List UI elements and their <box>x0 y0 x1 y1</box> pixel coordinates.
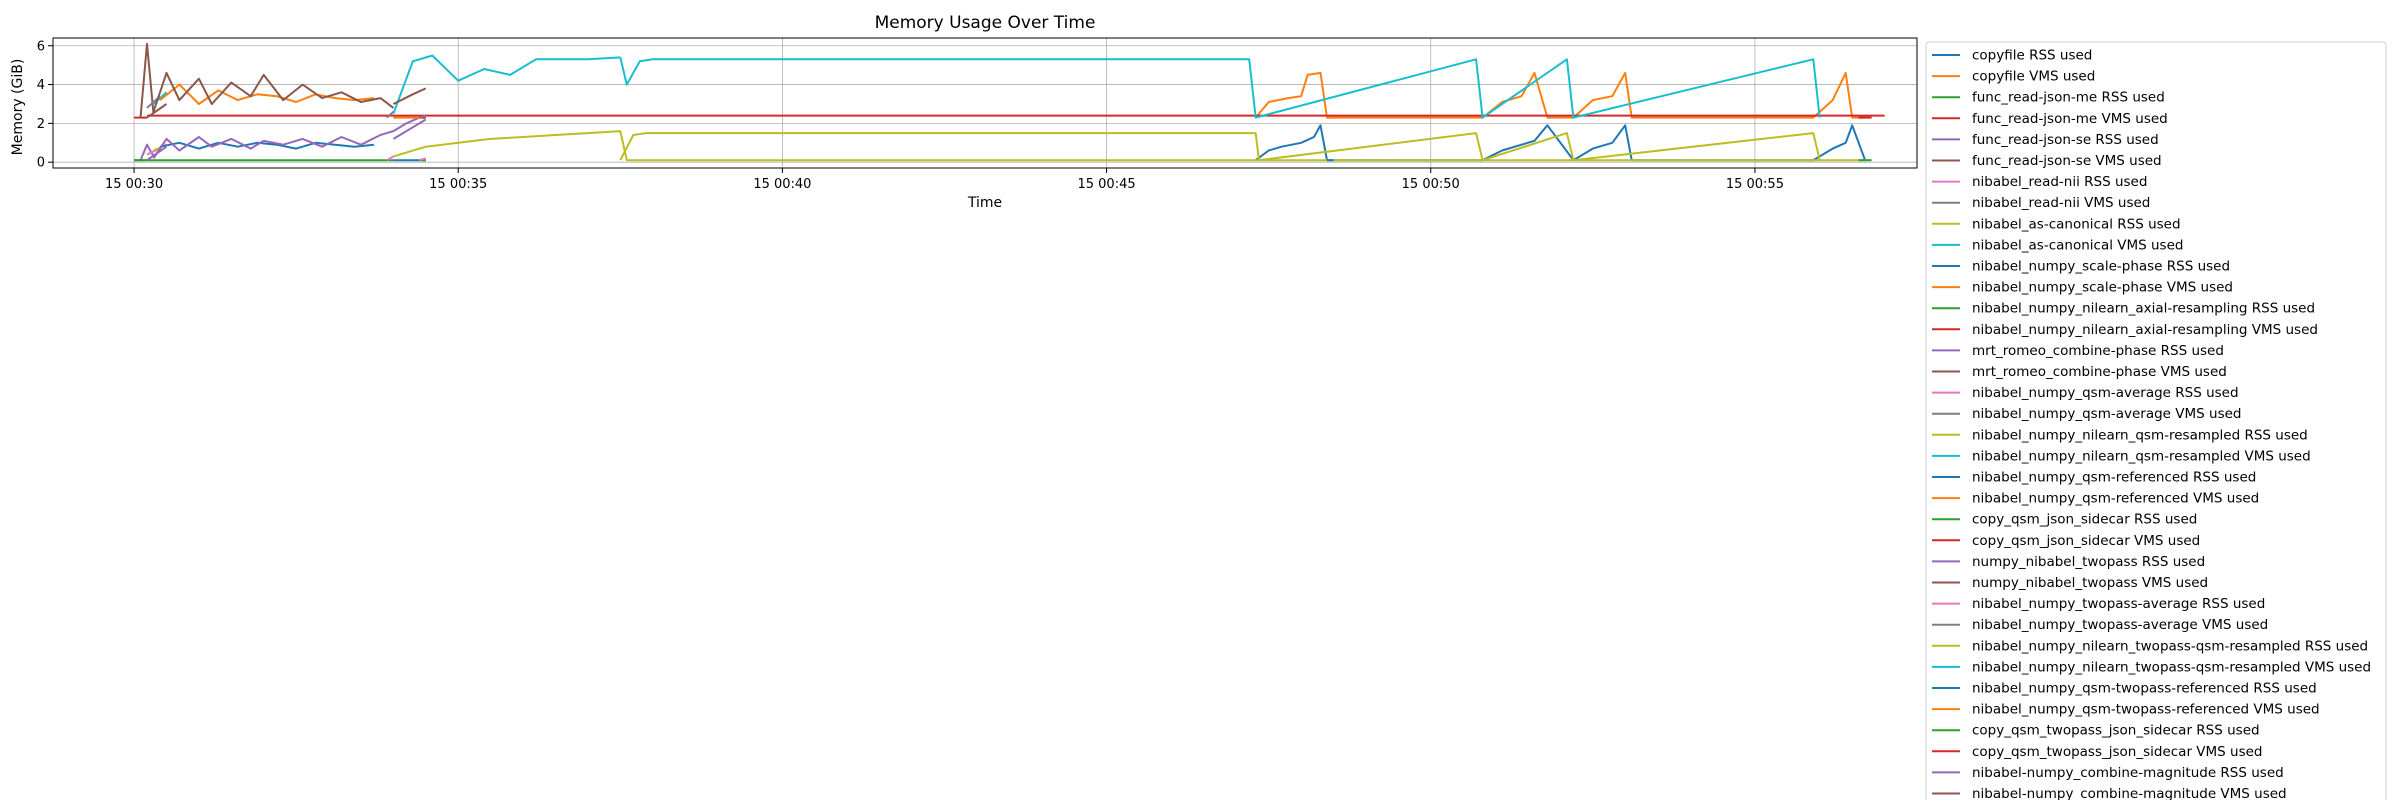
x-tick-label: 15 00:30 <box>105 177 163 192</box>
legend-label: nibabel_numpy_nilearn_qsm-resampled VMS … <box>1972 448 2311 464</box>
y-tick-label: 2 <box>37 117 45 132</box>
x-tick-label: 15 00:40 <box>753 177 811 192</box>
legend-label: nibabel_numpy_nilearn_axial-resampling R… <box>1972 301 2315 317</box>
x-tick-label: 15 00:35 <box>429 177 487 192</box>
legend-label: nibabel_as-canonical RSS used <box>1972 216 2181 232</box>
legend-label: copy_qsm_json_sidecar RSS used <box>1972 512 2197 528</box>
legend-label: copyfile VMS used <box>1972 69 2095 85</box>
series-line-28 <box>619 132 1821 162</box>
series-lines <box>134 42 1885 162</box>
legend-label: nibabel_numpy_nilearn_twopass-qsm-resamp… <box>1972 659 2371 675</box>
legend-label: nibabel_numpy_qsm-referenced VMS used <box>1972 491 2259 507</box>
legend-label: nibabel_read-nii RSS used <box>1972 174 2147 190</box>
legend-label: copyfile RSS used <box>1972 48 2092 64</box>
series-line-10 <box>159 141 375 150</box>
x-tick-label: 15 00:45 <box>1077 177 1135 192</box>
legend-label: nibabel-numpy_combine-magnitude RSS used <box>1972 765 2284 781</box>
series-line-1 <box>1254 71 1866 119</box>
legend-label: nibabel_numpy_qsm-twopass-referenced VMS… <box>1972 702 2320 718</box>
legend-label: nibabel_numpy_twopass-average RSS used <box>1972 596 2265 612</box>
chart-title: Memory Usage Over Time <box>875 13 1096 33</box>
legend-label: mrt_romeo_combine-phase VMS used <box>1972 364 2227 380</box>
legend-label: nibabel_read-nii VMS used <box>1972 195 2150 211</box>
x-axis-label: Time <box>967 195 1002 211</box>
y-axis-label: Memory (GiB) <box>10 59 26 156</box>
chart: Memory Usage Over Time Time Memory (GiB)… <box>0 0 2400 804</box>
series-line-18 <box>393 130 1866 162</box>
series-line-5 <box>139 42 155 118</box>
legend-label: func_read-json-se RSS used <box>1972 132 2159 148</box>
legend-label: nibabel-numpy_combine-magnitude VMS used <box>1972 786 2287 800</box>
legend-label: numpy_nibabel_twopass RSS used <box>1972 554 2205 570</box>
legend: copyfile RSS used copyfile VMS used func_r… <box>1925 41 2387 804</box>
y-tick-label: 6 <box>37 39 45 54</box>
legend-label: nibabel_numpy_nilearn_twopass-qsm-resamp… <box>1972 638 2368 654</box>
legend-label: copy_qsm_json_sidecar VMS used <box>1972 533 2200 549</box>
legend-label: nibabel_as-canonical VMS used <box>1972 237 2183 253</box>
legend-label: func_read-json-me VMS used <box>1972 111 2168 127</box>
legend-label: numpy_nibabel_twopass VMS used <box>1972 575 2208 591</box>
y-axis: 0 2 4 6 <box>37 39 53 171</box>
legend-label: nibabel_numpy_nilearn_axial-resampling V… <box>1972 322 2318 338</box>
legend-label: nibabel_numpy_qsm-average VMS used <box>1972 406 2242 422</box>
series-line-25 <box>392 87 427 105</box>
legend-label: nibabel_numpy_scale-phase RSS used <box>1972 259 2230 275</box>
x-tick-label: 15 00:55 <box>1726 177 1784 192</box>
legend-label: nibabel_numpy_nilearn_qsm-resampled RSS … <box>1972 427 2308 443</box>
legend-label: func_read-json-me RSS used <box>1972 90 2165 106</box>
legend-label: nibabel_numpy_twopass-average VMS used <box>1972 617 2268 633</box>
legend-label: copy_qsm_twopass_json_sidecar VMS used <box>1972 744 2263 760</box>
x-tick-label: 15 00:50 <box>1402 177 1460 192</box>
series-line-15 <box>152 71 395 113</box>
series-line-0 <box>1255 124 1867 162</box>
legend-label: nibabel_numpy_qsm-referenced RSS used <box>1972 470 2256 486</box>
memory-usage-chart: Memory Usage Over Time Time Memory (GiB)… <box>10 13 2387 804</box>
legend-label: mrt_romeo_combine-phase RSS used <box>1972 343 2224 359</box>
legend-label: nibabel_numpy_scale-phase VMS used <box>1972 280 2233 296</box>
legend-label: copy_qsm_twopass_json_sidecar RSS used <box>1972 723 2260 739</box>
y-tick-label: 0 <box>37 156 45 171</box>
legend-label: func_read-json-se VMS used <box>1972 153 2162 169</box>
series-line-29 <box>619 57 1821 119</box>
x-axis: 15 00:30 15 00:35 15 00:40 15 00:45 15 00:50… <box>105 168 1784 192</box>
legend-label: nibabel_numpy_qsm-twopass-referenced RSS… <box>1972 681 2317 697</box>
legend-label: nibabel_numpy_qsm-average RSS used <box>1972 385 2239 401</box>
y-tick-label: 4 <box>37 78 45 93</box>
